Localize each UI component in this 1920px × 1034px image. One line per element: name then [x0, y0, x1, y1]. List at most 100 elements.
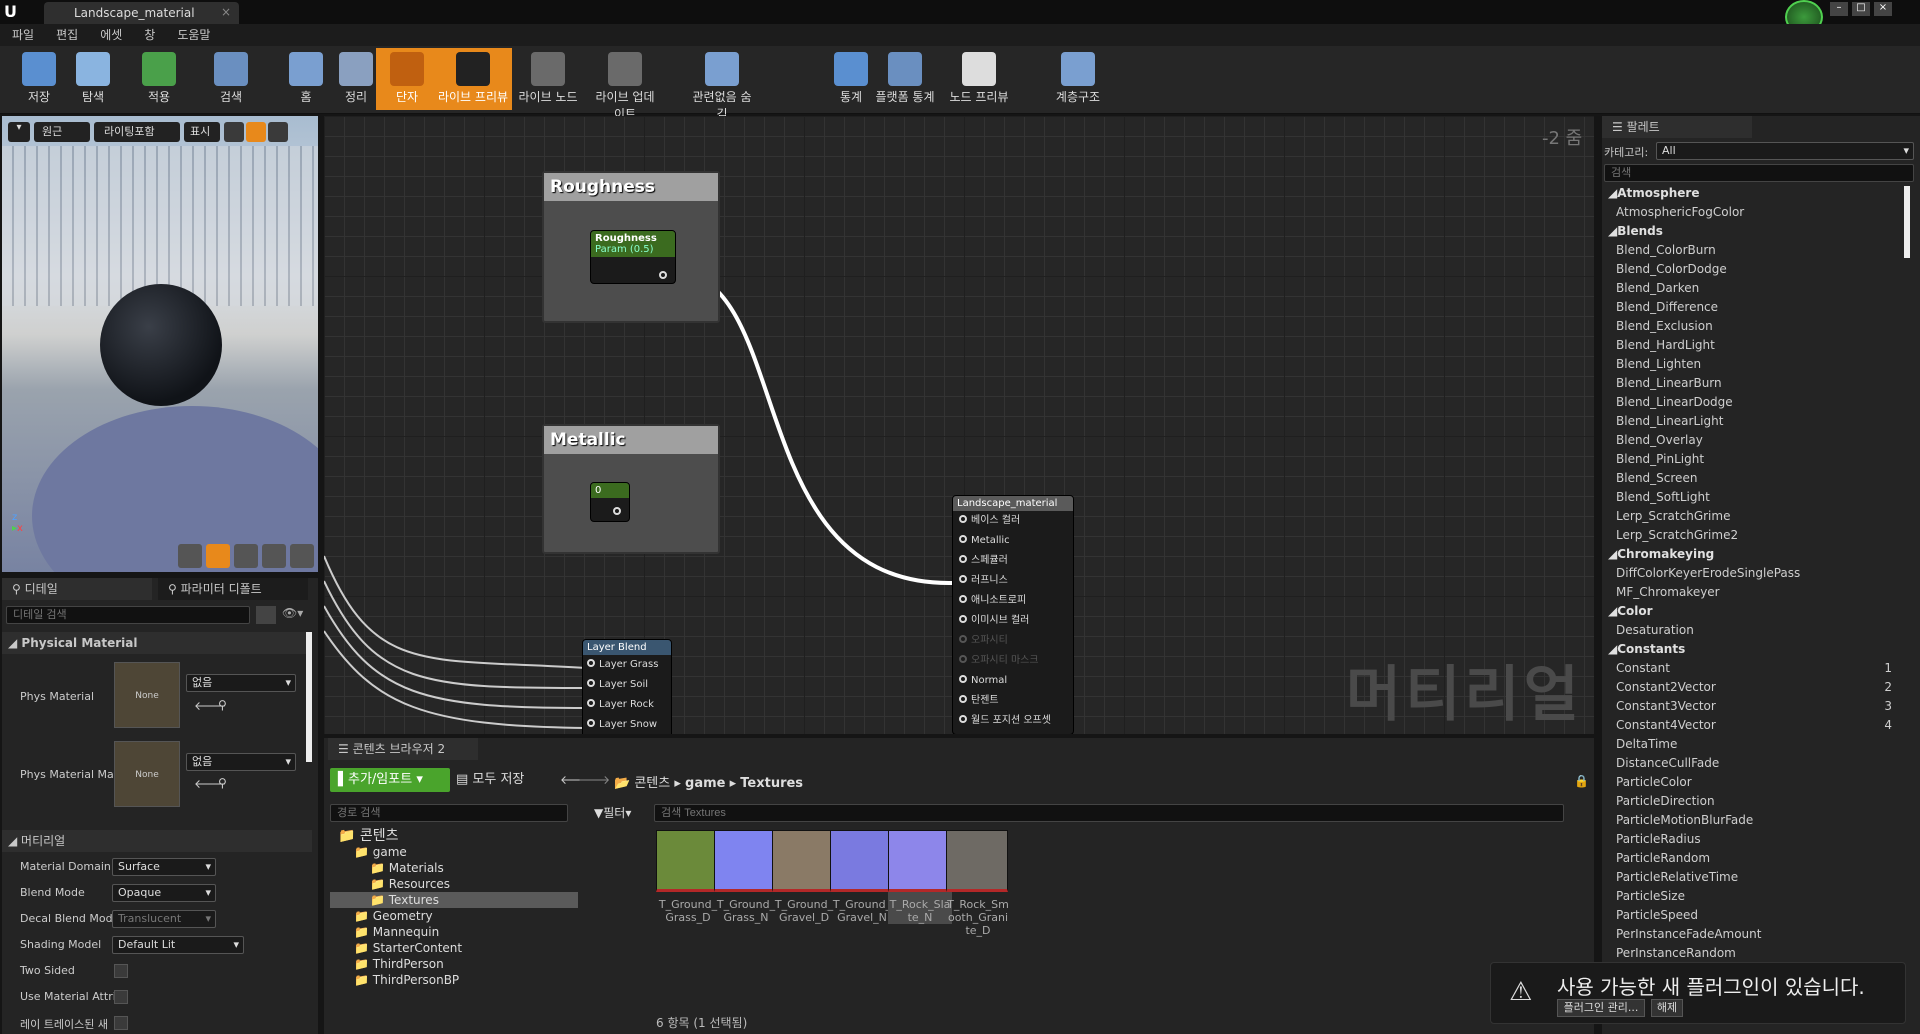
result-input-pin[interactable] — [959, 715, 967, 723]
palette-item[interactable]: ParticleRadius — [1602, 830, 1908, 849]
result-pin-row[interactable]: 베이스 컬러 — [953, 511, 1073, 531]
maximize-button[interactable]: □ — [1852, 2, 1870, 16]
palette-item[interactable]: Blend_LinearBurn — [1602, 374, 1908, 393]
prop-checkbox[interactable] — [114, 964, 128, 978]
collapse-arrow-icon[interactable]: ◢ — [1608, 642, 1617, 656]
collapse-arrow-icon[interactable]: ◢ — [1608, 186, 1617, 200]
preview-viewport[interactable]: ▾ 원근 라이팅포함 표시 z ▸x — [2, 116, 318, 572]
palette-item[interactable]: ParticleSize — [1602, 887, 1908, 906]
details-tab[interactable]: ⚲ 디테일 — [2, 578, 152, 600]
layer-input-pin[interactable] — [587, 719, 595, 727]
palette-item[interactable]: Blend_Screen — [1602, 469, 1908, 488]
folder-item[interactable]: 📁 Materials — [330, 860, 578, 876]
folder-item[interactable]: 📁 Resources — [330, 876, 578, 892]
toolbar-button[interactable]: 라이브 프리뷰 — [434, 48, 512, 110]
prop-dropdown[interactable]: Translucent — [112, 910, 216, 928]
browse-search-icon[interactable]: ⚲ — [218, 776, 227, 790]
menu-item[interactable]: 창 — [144, 24, 155, 46]
result-pin-row[interactable]: 애니소트로피 — [953, 591, 1073, 611]
result-input-pin[interactable] — [959, 515, 967, 523]
roughness-param-node[interactable]: Roughness Param (0.5) — [590, 230, 676, 284]
material-graph[interactable]: -2 줌 머티리얼 Roughness Roughness Param (0.5)… — [324, 116, 1594, 734]
palette-item[interactable]: DiffColorKeyerErodeSinglePass — [1602, 564, 1908, 583]
palette-scrollbar[interactable] — [1904, 186, 1910, 258]
palette-item[interactable]: Constant2Vector 2 — [1602, 678, 1908, 697]
palette-item[interactable]: Blend_ColorBurn — [1602, 241, 1908, 260]
lighting-button[interactable]: 라이팅포함 — [94, 122, 180, 142]
palette-item[interactable]: ParticleRelativeTime — [1602, 868, 1908, 887]
breadcrumb-content[interactable]: 콘텐츠 — [634, 776, 670, 791]
asset-tile[interactable]: T_Ground_Gravel_D — [772, 830, 836, 924]
dismiss-button[interactable]: 해제 — [1651, 999, 1683, 1017]
toolbar-button[interactable]: 검색 — [200, 48, 262, 110]
phys-material-dropdown[interactable]: 없음 — [186, 674, 296, 692]
folder-item[interactable]: 📁 game — [330, 844, 578, 860]
palette-item[interactable]: ParticleDirection — [1602, 792, 1908, 811]
collapse-arrow-icon[interactable]: ◢ — [1608, 547, 1617, 561]
palette-item[interactable]: Blend_ColorDodge — [1602, 260, 1908, 279]
folder-item[interactable]: 📁 ThirdPerson — [330, 956, 578, 972]
layer-blend-node[interactable]: Layer Blend Layer Grass Layer Soil Layer R… — [582, 639, 672, 734]
layer-pin-row[interactable]: Layer Rock — [583, 695, 671, 715]
toolbar-button[interactable]: 통계 — [820, 48, 882, 110]
palette-item[interactable]: Blend_Overlay — [1602, 431, 1908, 450]
toolbar-button[interactable]: 탐색 — [62, 48, 124, 110]
browse-search-icon[interactable]: ⚲ — [218, 698, 227, 712]
folder-item[interactable]: 📁 Geometry — [330, 908, 578, 924]
phys-material-thumbnail[interactable]: None — [114, 662, 180, 728]
manage-plugins-button[interactable]: 플러그인 관리... — [1557, 999, 1645, 1017]
close-window-button[interactable]: × — [1874, 2, 1892, 16]
visibility-eye-icon[interactable]: 👁▾ — [282, 606, 310, 624]
add-import-button[interactable]: ▌추가/임포트 ▾ — [330, 768, 450, 792]
result-input-pin[interactable] — [959, 595, 967, 603]
result-pin-row[interactable]: Metallic — [953, 531, 1073, 551]
asset-tile[interactable]: T_Ground_Grass_N — [714, 830, 778, 924]
comment-metallic[interactable]: Metallic — [542, 424, 720, 554]
palette-item[interactable]: PerInstanceRandom — [1602, 944, 1908, 963]
phys-material-map-thumbnail[interactable]: None — [114, 741, 180, 807]
result-input-pin[interactable] — [959, 555, 967, 563]
folder-item[interactable]: 📁 StarterContent — [330, 940, 578, 956]
result-input-pin[interactable] — [959, 575, 967, 583]
category-dropdown[interactable]: All — [1656, 142, 1914, 160]
scale-icon[interactable] — [268, 122, 288, 142]
palette-item[interactable]: AtmosphericFogColor — [1602, 203, 1908, 222]
asset-tile[interactable]: T_Rock_Smooth_Granite_D — [946, 830, 1010, 937]
layer-input-pin[interactable] — [587, 699, 595, 707]
minimize-button[interactable]: – — [1830, 2, 1848, 16]
result-pin-row[interactable]: 이미시브 컬러 — [953, 611, 1073, 631]
result-node[interactable]: Landscape_material 베이스 컬러 Metallic 스페큘러 러프니… — [952, 495, 1074, 734]
grid-view-icon[interactable] — [256, 606, 276, 624]
details-search-input[interactable] — [6, 606, 250, 624]
result-input-pin[interactable] — [959, 675, 967, 683]
palette-item[interactable]: Constant 1 — [1602, 659, 1908, 678]
asset-tile[interactable]: T_Ground_Grass_D — [656, 830, 720, 924]
move-icon[interactable] — [224, 122, 244, 142]
palette-item[interactable]: Blend_Difference — [1602, 298, 1908, 317]
palette-item[interactable]: Desaturation — [1602, 621, 1908, 640]
palette-category[interactable]: ◢Color — [1602, 602, 1908, 621]
layer-pin-row[interactable]: Layer Snow — [583, 715, 671, 734]
breadcrumb-textures[interactable]: Textures — [740, 776, 803, 791]
prop-dropdown[interactable]: Default Lit — [112, 936, 244, 954]
menu-item[interactable]: 도움말 — [177, 24, 210, 46]
palette-category[interactable]: ◢Atmosphere — [1602, 184, 1908, 203]
palette-item[interactable]: Blend_HardLight — [1602, 336, 1908, 355]
menu-item[interactable]: 에셋 — [100, 24, 122, 46]
prop-dropdown[interactable]: Opaque — [112, 884, 216, 902]
collapse-arrow-icon[interactable]: ◢ — [1608, 224, 1617, 238]
palette-item[interactable]: Blend_SoftLight — [1602, 488, 1908, 507]
folder-item[interactable]: 📁 ThirdPersonBP — [330, 972, 578, 988]
palette-category[interactable]: ◢Constants — [1602, 640, 1908, 659]
toolbar-button[interactable]: 저장 — [8, 48, 70, 110]
palette-item[interactable]: Constant3Vector 3 — [1602, 697, 1908, 716]
show-button[interactable]: 표시 — [184, 122, 220, 142]
metallic-output-pin[interactable] — [613, 507, 621, 515]
palette-item[interactable]: Blend_Lighten — [1602, 355, 1908, 374]
asset-tile[interactable]: T_Ground_Gravel_N — [830, 830, 894, 924]
preview-sphere-button[interactable] — [206, 544, 230, 568]
result-pin-row[interactable]: 러프니스 — [953, 571, 1073, 591]
viewport-options-button[interactable]: ▾ — [8, 122, 30, 142]
result-pin-row[interactable]: 스페큘러 — [953, 551, 1073, 571]
preview-cylinder-button[interactable] — [178, 544, 202, 568]
